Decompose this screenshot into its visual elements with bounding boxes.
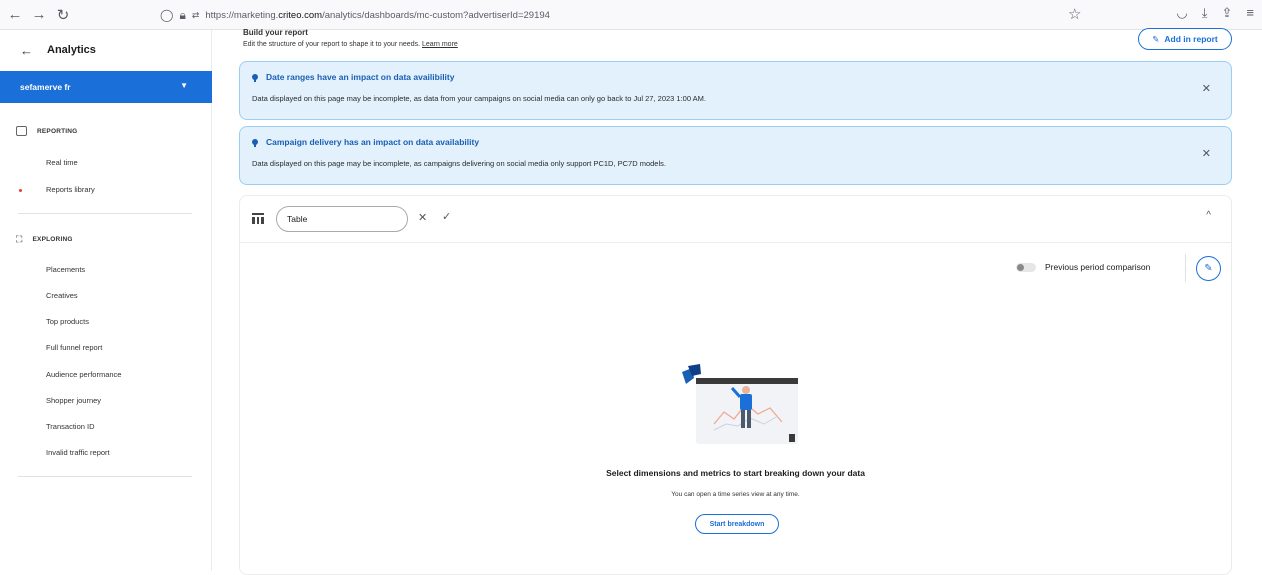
comparison-toggle[interactable]: [1016, 263, 1036, 272]
banner-text: Data displayed on this page may be incom…: [252, 94, 707, 103]
pencil-icon: ✎: [1204, 263, 1213, 274]
pocket-icon[interactable]: ◡: [1176, 5, 1187, 21]
empty-state-subtitle: You can open a time series view at any t…: [671, 491, 800, 498]
chevron-up-icon[interactable]: ^: [1206, 210, 1211, 221]
close-icon[interactable]: ✕: [1202, 82, 1211, 95]
chevron-down-icon: ▼: [180, 81, 188, 90]
comparison-label: Previous period comparison: [1045, 262, 1151, 272]
page-subtitle: Edit the structure of your report to sha…: [243, 41, 458, 48]
report-card: Table ✕ ✓ ^ Previous period comparison ✎…: [239, 195, 1232, 575]
banner-title: Date ranges have an impact on data avail…: [266, 72, 455, 82]
exploring-icon: ⛶: [16, 234, 23, 244]
sidebar-item-invalid-traffic-report[interactable]: Invalid traffic report: [46, 448, 110, 457]
account-name: sefamerve fr: [20, 82, 71, 92]
start-breakdown-button[interactable]: Start breakdown: [695, 514, 779, 534]
shield-icon[interactable]: ◯: [160, 8, 173, 22]
empty-state-title: Select dimensions and metrics to start b…: [606, 468, 865, 478]
page-title: Build your report: [243, 28, 308, 37]
info-banner: Date ranges have an impact on data avail…: [239, 61, 1232, 120]
menu-icon[interactable]: ≡: [1246, 5, 1254, 21]
cancel-icon[interactable]: ✕: [418, 211, 427, 224]
banner-title: Campaign delivery has an impact on data …: [266, 137, 480, 147]
sidebar-item-creatives[interactable]: Creatives: [46, 291, 78, 300]
sidebar-item-transaction-id[interactable]: Transaction ID: [46, 422, 95, 431]
table-icon: [252, 213, 264, 224]
learn-more-link[interactable]: Learn more: [422, 41, 458, 48]
back-arrow-icon[interactable]: ←: [4, 4, 26, 26]
sidebar: ← Analytics sefamerve fr ▼ REPORTING Rea…: [0, 30, 212, 571]
reload-icon[interactable]: ↻: [52, 4, 74, 26]
download-icon[interactable]: ⤓: [1202, 5, 1208, 21]
visualization-name-input[interactable]: Table: [276, 206, 408, 232]
sidebar-item-placements[interactable]: Placements: [46, 265, 85, 274]
edit-button[interactable]: ✎: [1196, 256, 1221, 281]
sidebar-item-audience-performance[interactable]: Audience performance: [46, 370, 121, 379]
extensions-icon[interactable]: ⇪: [1222, 5, 1233, 21]
address-bar[interactable]: ◯ 🔒︎ ⇄ https://marketing.criteo.com/anal…: [160, 3, 1090, 27]
sidebar-item-real-time[interactable]: Real time: [46, 158, 78, 167]
reporting-icon: [16, 126, 27, 136]
sidebar-item-top-products[interactable]: Top products: [46, 317, 89, 326]
browser-toolbar: ← → ↻ ◯ 🔒︎ ⇄ https://marketing.criteo.co…: [0, 0, 1262, 30]
forward-arrow-icon[interactable]: →: [28, 4, 50, 26]
sidebar-item-reports-library[interactable]: Reports library: [46, 185, 95, 194]
banner-text: Data displayed on this page may be incom…: [252, 159, 666, 168]
info-banner: Campaign delivery has an impact on data …: [239, 126, 1232, 185]
empty-state-illustration: [682, 364, 798, 444]
sidebar-title: Analytics: [47, 44, 96, 56]
account-selector[interactable]: sefamerve fr ▼: [0, 71, 212, 103]
sidebar-item-full-funnel-report[interactable]: Full funnel report: [46, 343, 102, 352]
bookmark-star-icon[interactable]: ☆: [1068, 5, 1081, 23]
close-icon[interactable]: ✕: [1202, 147, 1211, 160]
exploring-section-title: ⛶ EXPLORING: [16, 234, 73, 244]
reporting-section-title: REPORTING: [16, 126, 77, 136]
lightbulb-icon: [252, 74, 258, 82]
divider: [1185, 254, 1186, 282]
divider: [18, 476, 192, 477]
card-header: Table ✕ ✓ ^: [240, 196, 1231, 243]
add-in-report-button[interactable]: ✎ Add in report: [1138, 28, 1232, 50]
active-indicator: [19, 189, 22, 192]
pencil-icon: ✎: [1152, 33, 1160, 44]
lock-icon[interactable]: 🔒︎: [179, 8, 185, 23]
divider: [18, 213, 192, 214]
main-content: Build your report Edit the structure of …: [213, 28, 1262, 575]
sidebar-item-shopper-journey[interactable]: Shopper journey: [46, 396, 101, 405]
url-text[interactable]: https://marketing.criteo.com/analytics/d…: [205, 10, 550, 21]
check-icon[interactable]: ✓: [442, 210, 451, 223]
permissions-icon[interactable]: ⇄: [192, 10, 200, 21]
back-arrow-icon[interactable]: ←: [20, 43, 33, 58]
lightbulb-icon: [252, 139, 258, 147]
